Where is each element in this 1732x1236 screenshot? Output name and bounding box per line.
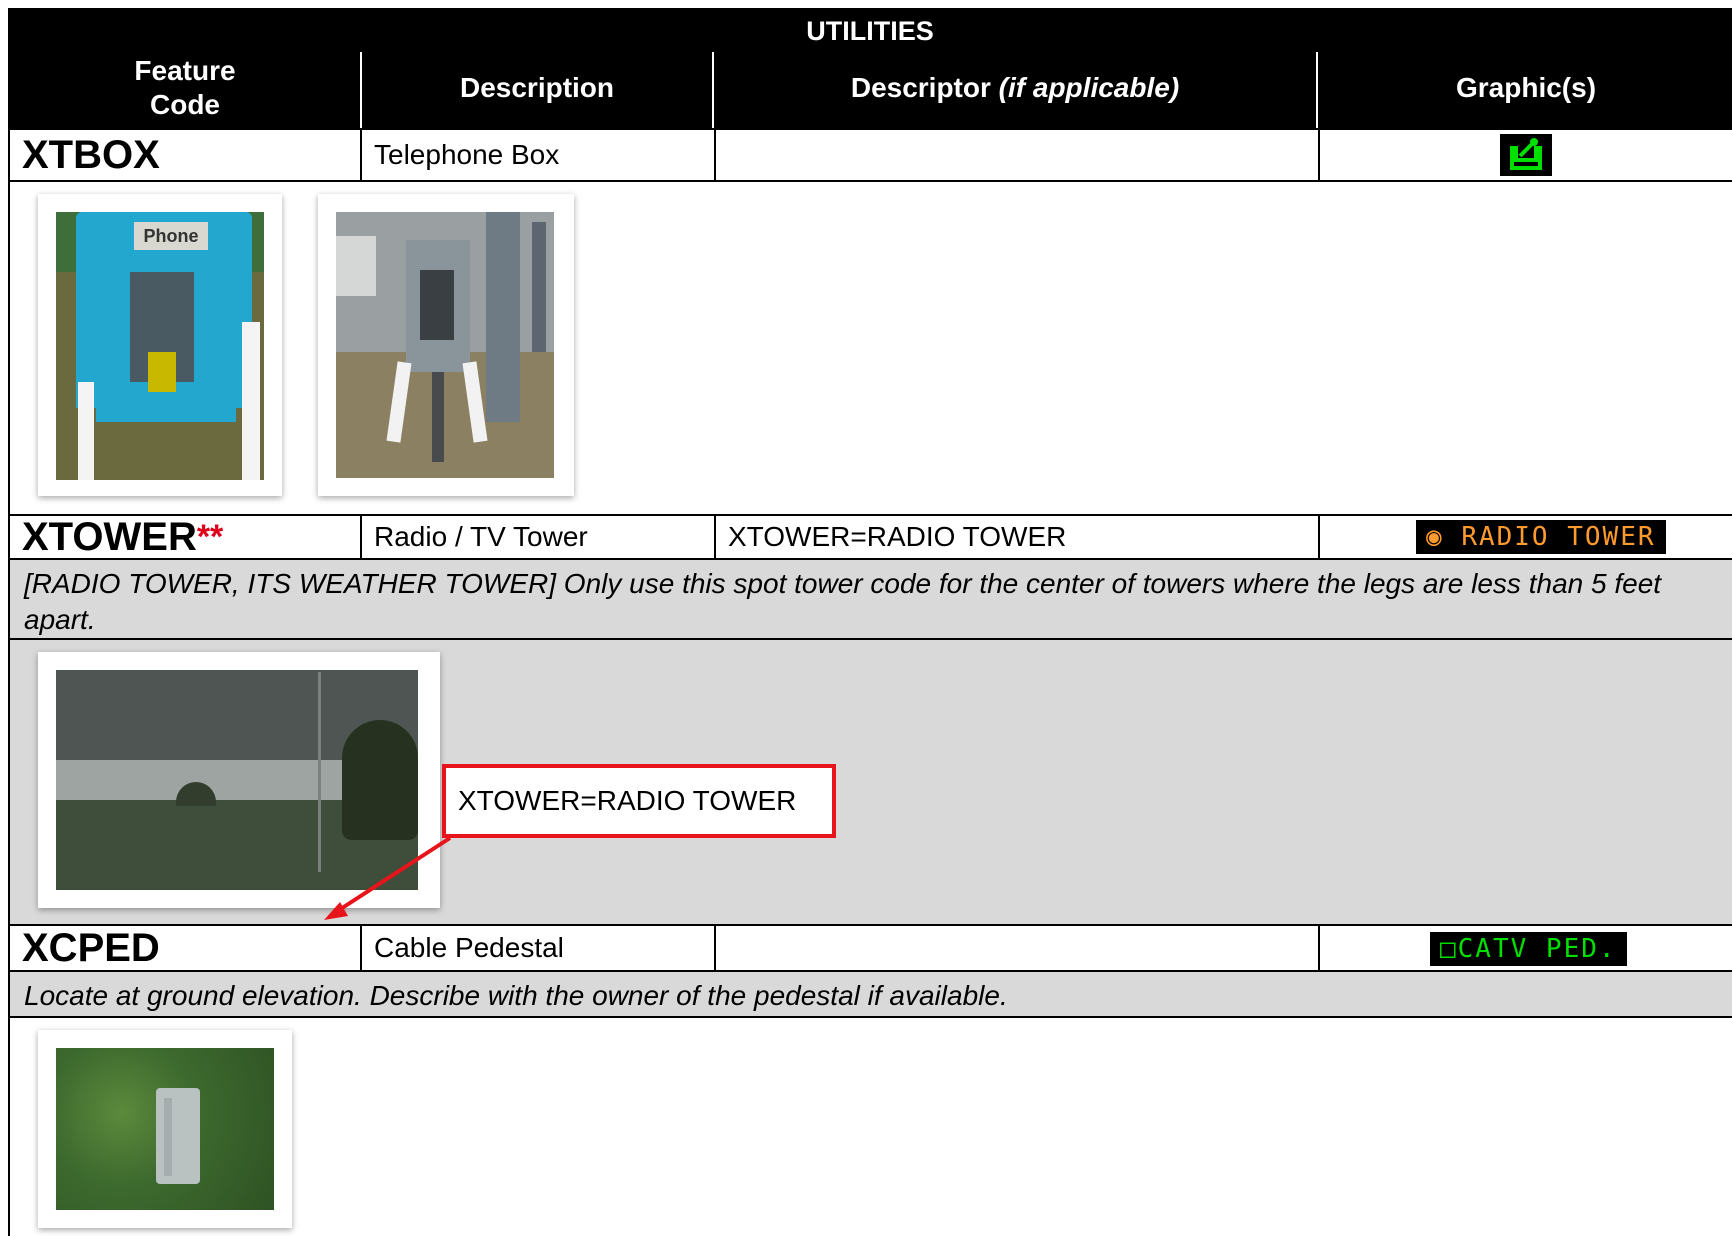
- feature-row-xtower: XTOWER ** Radio / TV Tower XTOWER=RADIO T…: [8, 514, 1732, 560]
- feature-photos-xtbox: Phone: [8, 182, 1732, 516]
- cable-pedestal-grass-photo: [38, 1030, 292, 1228]
- feature-descriptor: [714, 926, 1318, 970]
- feature-graphic-cell: ◉ RADIO TOWER: [1318, 516, 1732, 558]
- feature-graphic-cell: [1318, 130, 1732, 180]
- descriptor-callout: XTOWER=RADIO TOWER: [442, 764, 836, 838]
- feature-note-xcped: Locate at ground elevation. Describe wit…: [8, 972, 1732, 1018]
- feature-graphic-cell: □CATV PED.: [1318, 926, 1732, 970]
- important-stars: **: [196, 517, 224, 556]
- feature-description: Telephone Box: [360, 130, 714, 180]
- catv-pedestal-symbol: □CATV PED.: [1430, 932, 1627, 966]
- feature-code: XCPED: [22, 925, 160, 970]
- feature-code: XTBOX: [22, 132, 160, 177]
- feature-description: Cable Pedestal: [360, 926, 714, 970]
- header-descriptor-label: Descriptor: [850, 72, 991, 103]
- note-text: [RADIO TOWER, ITS WEATHER TOWER] Only us…: [24, 568, 1662, 635]
- blue-phone-booth-photo: Phone: [38, 194, 282, 496]
- feature-descriptor: [714, 130, 1318, 180]
- header-descriptor-note: (if applicable): [998, 72, 1180, 103]
- note-text: Locate at ground elevation. Describe wit…: [24, 980, 1008, 1011]
- header-graphics: Graphic(s): [1455, 72, 1597, 103]
- table-header-row: Feature Code Description Descriptor (if …: [8, 48, 1732, 130]
- utilities-table: UTILITIES Feature Code Description Descr…: [8, 8, 1732, 1236]
- header-descriptor: Descriptor (if applicable): [714, 48, 1316, 128]
- feature-description: Radio / TV Tower: [360, 516, 714, 558]
- feature-code: XTOWER **: [22, 514, 224, 559]
- header-description: Description: [459, 72, 615, 103]
- square-icon: □: [1440, 934, 1458, 964]
- callout-arrow-icon: [324, 836, 452, 920]
- feature-row-xtbox: XTBOX Telephone Box: [8, 130, 1732, 182]
- table-title: UTILITIES: [806, 16, 934, 46]
- grey-phone-booth-photo: [318, 194, 574, 496]
- table-title-row: UTILITIES: [8, 8, 1732, 48]
- radio-tower-symbol: ◉ RADIO TOWER: [1416, 520, 1666, 554]
- telephone-handset-icon: [1500, 134, 1552, 176]
- feature-photos-xtower: XTOWER=RADIO TOWER: [8, 640, 1732, 926]
- feature-note-xtower: [RADIO TOWER, ITS WEATHER TOWER] Only us…: [8, 560, 1732, 640]
- feature-descriptor: XTOWER=RADIO TOWER: [714, 516, 1318, 558]
- target-circle-icon: ◉: [1426, 522, 1444, 552]
- header-feature-code: Feature Code: [134, 55, 236, 120]
- feature-photos-xcped: [8, 1018, 1732, 1236]
- feature-row-xcped: XCPED Cable Pedestal □CATV PED.: [8, 926, 1732, 972]
